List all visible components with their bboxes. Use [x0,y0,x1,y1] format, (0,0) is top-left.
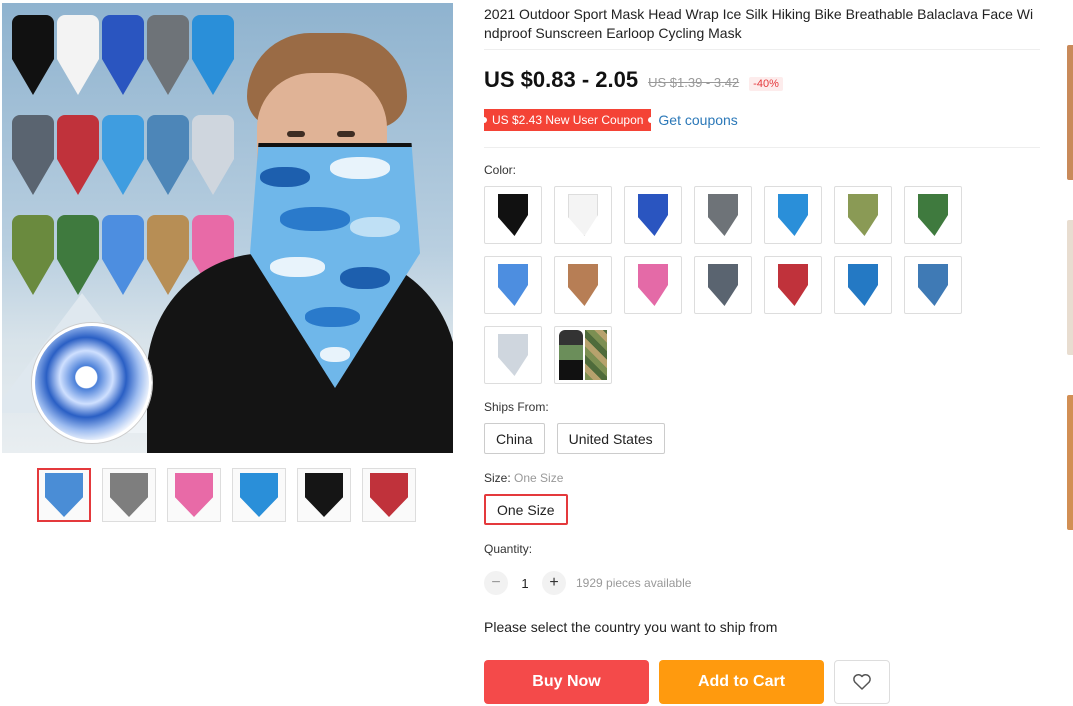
thumbnail-red-person[interactable] [362,468,416,522]
color-swatch-desert-camo[interactable] [554,256,612,314]
thumbnail-image [175,473,213,517]
ship-country-notice: Please select the country you want to sh… [484,619,778,635]
color-swatch-combo[interactable] [554,326,612,384]
thumbnail-pink-camo[interactable] [167,468,221,522]
quantity-stepper: − 1 + 1929 pieces available [484,571,691,595]
size-one-size[interactable]: One Size [484,494,568,525]
color-swatch-green-tan-camo[interactable] [834,186,892,244]
mask-image [568,264,598,306]
mask-image [498,264,528,306]
thumbnail-image [305,473,343,517]
size-options: One Size [484,494,568,525]
buy-now-button[interactable]: Buy Now [484,660,649,704]
quantity-decrease-button[interactable]: − [484,571,508,595]
new-user-coupon[interactable]: US $2.43 New User Coupon [480,109,655,131]
color-swatch-steel-blue-camo[interactable] [904,256,962,314]
heart-icon [853,674,871,690]
model-eye [287,131,305,137]
recommendation-strip[interactable] [1067,395,1073,530]
mask-image [638,194,668,236]
color-swatches [484,186,974,384]
wishlist-button[interactable] [834,660,890,704]
mask-image [708,264,738,306]
quantity-increase-button[interactable]: + [542,571,566,595]
color-swatch-blue-digital-camo[interactable] [834,256,892,314]
thumbnail-image [240,473,278,517]
mask-image [778,264,808,306]
size-label: Size: One Size [484,471,563,485]
color-swatch-gray-camo[interactable] [694,256,752,314]
color-label: Color: [484,163,517,177]
ships-from-options: China United States [484,423,665,454]
ships-from-united-states[interactable]: United States [556,423,665,454]
color-swatch-black[interactable] [484,186,542,244]
color-swatch-green-camo[interactable] [904,186,962,244]
recommendation-strip[interactable] [1067,45,1073,180]
mask-image [638,264,668,306]
thumbnail-man-grid[interactable] [102,468,156,522]
mask-image [918,264,948,306]
recommendation-strip[interactable] [1067,220,1073,355]
ships-from-china[interactable]: China [484,423,545,454]
pieces-available: 1929 pieces available [576,576,692,590]
mask-image [498,334,528,376]
color-swatch-light-blue-camo[interactable] [764,186,822,244]
color-swatch-white[interactable] [554,186,612,244]
thumbnail-image [110,473,148,517]
size-label-text: Size: [484,471,511,485]
mask-image [568,194,598,236]
discount-badge: -40% [749,77,783,91]
price: US $0.83 - 2.05 [484,67,639,92]
mask-image [848,194,878,236]
mask-image [778,194,808,236]
color-swatch-blue[interactable] [624,186,682,244]
thumbnail-blue-camo[interactable] [232,468,286,522]
quantity-value[interactable]: 1 [518,576,532,591]
size-selected-text: One Size [514,471,564,485]
get-coupons-link[interactable]: Get coupons [658,112,737,128]
color-swatch-gray[interactable] [694,186,752,244]
add-to-cart-button[interactable]: Add to Cart [659,660,824,704]
color-swatch-snow-camo[interactable] [484,326,542,384]
original-price: US $1.39 - 3.42 [648,75,740,90]
price-row: US $0.83 - 2.05 US $1.39 - 3.42 -40% [484,67,783,93]
fabric-detail-inset [32,323,152,443]
ships-from-label: Ships From: [484,400,549,414]
thumbnail-image [370,473,408,517]
combo-image [559,330,607,380]
thumbnail-multi-color[interactable] [37,468,91,522]
thumbnail-image [45,473,83,517]
color-swatch-pink-camo[interactable] [624,256,682,314]
thumbnail-strip [37,468,416,522]
product-main-image[interactable] [2,3,453,453]
mask-image [848,264,878,306]
thumbnail-black[interactable] [297,468,351,522]
model-eye [337,131,355,137]
divider [484,49,1040,50]
divider [484,147,1040,148]
coupon-row: US $2.43 New User Coupon Get coupons [480,109,738,131]
color-swatch-blue-camo[interactable] [484,256,542,314]
product-title: 2021 Outdoor Sport Mask Head Wrap Ice Si… [484,6,1034,41]
mask-image [708,194,738,236]
mask-image [918,194,948,236]
mask-image [498,194,528,236]
color-swatch-red-camo[interactable] [764,256,822,314]
quantity-label: Quantity: [484,542,533,556]
